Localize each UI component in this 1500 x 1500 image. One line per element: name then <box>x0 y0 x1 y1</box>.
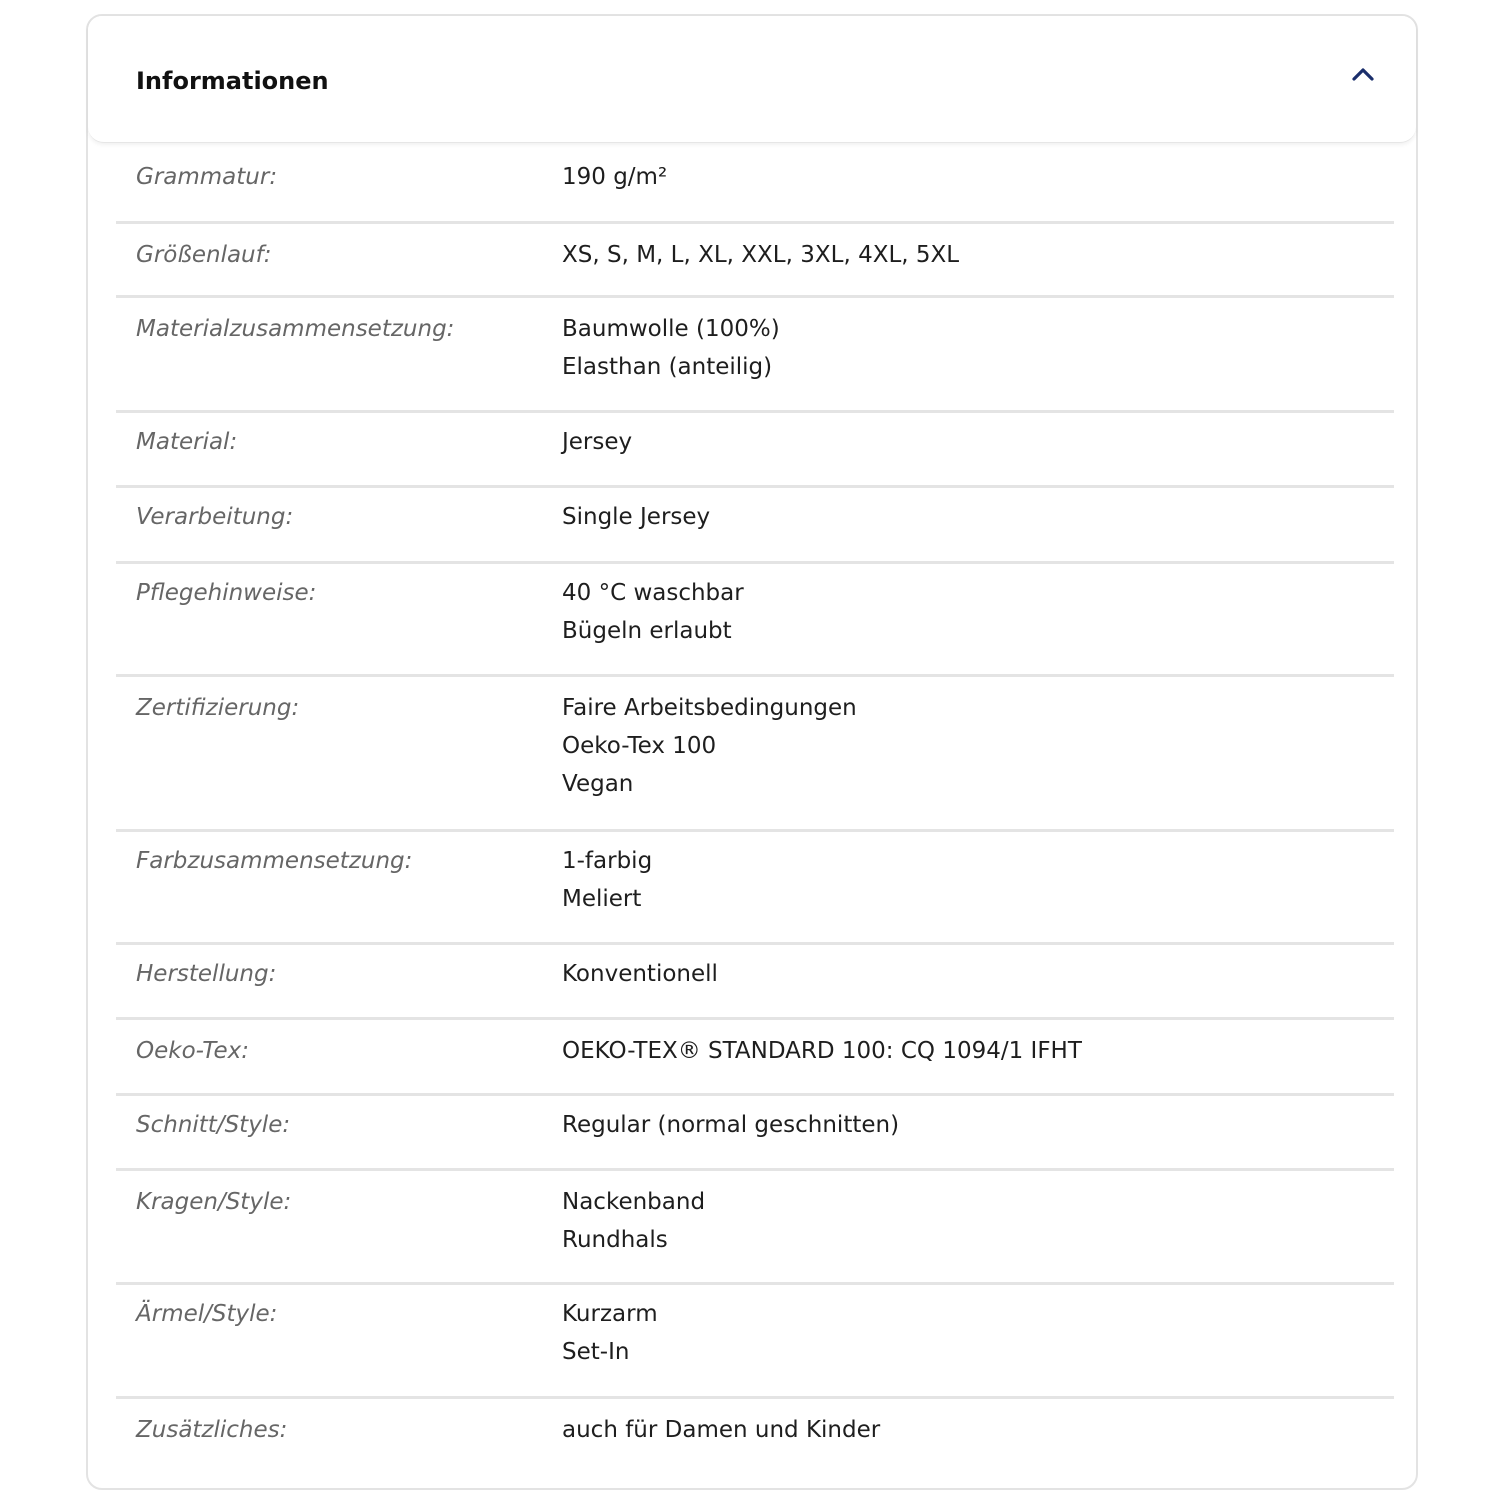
attribute-value: Jersey <box>562 429 633 455</box>
attribute-row-pflegehinweise: Pflegehinweise: 40 °C waschbar Bügeln erla… <box>116 564 1394 677</box>
attribute-value: 190 g/m² <box>562 164 668 190</box>
attribute-value: Elasthan (anteilig) <box>562 354 773 380</box>
attribute-row-zusaetzliches: Zusätzliches: auch für Damen und Kinder <box>116 1399 1394 1479</box>
attribute-row-material: Material: Jersey <box>116 413 1394 488</box>
attribute-values: 40 °C waschbar Bügeln erlaubt <box>562 574 744 650</box>
attribute-label: Ärmel/Style: <box>136 1301 278 1327</box>
attribute-value: OEKO-TEX® STANDARD 100: CQ 1094/1 IFHT <box>562 1038 1082 1064</box>
attribute-label: Material: <box>136 429 238 455</box>
attribute-row-farbzusammensetzung: Farbzusammensetzung: 1-farbig Meliert <box>116 832 1394 945</box>
attribute-values: Nackenband Rundhals <box>562 1183 705 1259</box>
attribute-value: XS, S, M, L, XL, XXL, 3XL, 4XL, 5XL <box>562 242 960 268</box>
attribute-values: Baumwolle (100%) Elasthan (anteilig) <box>562 310 780 386</box>
attribute-value: 1-farbig <box>562 848 653 874</box>
attribute-label: Grammatur: <box>136 164 278 190</box>
attribute-values: OEKO-TEX® STANDARD 100: CQ 1094/1 IFHT <box>562 1032 1082 1070</box>
information-panel-header[interactable]: Informationen <box>88 16 1416 143</box>
attribute-label: Verarbeitung: <box>136 504 294 530</box>
information-panel: Informationen Grammatur: 190 g/m² Größenla… <box>86 14 1418 1490</box>
attribute-row-herstellung: Herstellung: Konventionell <box>116 945 1394 1020</box>
attribute-label: Größenlauf: <box>136 242 272 268</box>
attribute-value: Meliert <box>562 886 642 912</box>
attribute-row-zertifizierung: Zertifizierung: Faire Arbeitsbedingungen O… <box>116 677 1394 832</box>
attribute-value: Nackenband <box>562 1189 706 1215</box>
attribute-label: Zusätzliches: <box>136 1417 288 1443</box>
attribute-values: Konventionell <box>562 955 718 993</box>
attribute-value: Single Jersey <box>562 504 711 530</box>
attribute-value: Regular (normal geschnitten) <box>562 1112 900 1138</box>
attribute-values: Single Jersey <box>562 498 710 536</box>
attribute-row-grammatur: Grammatur: 190 g/m² <box>116 142 1394 224</box>
panel-title: Informationen <box>136 67 329 95</box>
chevron-up-icon[interactable] <box>1348 62 1378 86</box>
attribute-value: auch für Damen und Kinder <box>562 1417 881 1443</box>
attribute-label: Herstellung: <box>136 961 277 987</box>
attribute-value: Kurzarm <box>562 1301 658 1327</box>
attribute-value: Faire Arbeitsbedingungen <box>562 695 857 721</box>
attribute-value: Set-In <box>562 1339 630 1365</box>
attribute-value: Bügeln erlaubt <box>562 618 732 644</box>
attribute-list: Grammatur: 190 g/m² Größenlauf: XS, S, M, L… <box>116 142 1394 1479</box>
attribute-label: Materialzusammensetzung: <box>136 316 455 342</box>
attribute-row-materialzusammensetzung: Materialzusammensetzung: Baumwolle (100%)… <box>116 298 1394 413</box>
attribute-label: Kragen/Style: <box>136 1189 292 1215</box>
attribute-value: Rundhals <box>562 1227 668 1253</box>
attribute-values: XS, S, M, L, XL, XXL, 3XL, 4XL, 5XL <box>562 236 959 274</box>
attribute-value: Oeko-Tex 100 <box>562 733 717 759</box>
attribute-value: Vegan <box>562 771 634 797</box>
attribute-row-oeko-tex: Oeko-Tex: OEKO-TEX® STANDARD 100: CQ 1094… <box>116 1020 1394 1096</box>
attribute-row-verarbeitung: Verarbeitung: Single Jersey <box>116 488 1394 564</box>
attribute-value: Konventionell <box>562 961 718 987</box>
attribute-values: auch für Damen und Kinder <box>562 1411 880 1449</box>
attribute-values: Kurzarm Set-In <box>562 1295 658 1371</box>
attribute-values: 190 g/m² <box>562 158 667 196</box>
attribute-row-kragen-style: Kragen/Style: Nackenband Rundhals <box>116 1171 1394 1285</box>
attribute-value: Baumwolle (100%) <box>562 316 780 342</box>
attribute-row-groessenlauf: Größenlauf: XS, S, M, L, XL, XXL, 3XL, 4X… <box>116 224 1394 298</box>
attribute-values: Faire Arbeitsbedingungen Oeko-Tex 100 Vega… <box>562 689 857 803</box>
attribute-values: Regular (normal geschnitten) <box>562 1106 899 1144</box>
attribute-label: Farbzusammensetzung: <box>136 848 413 874</box>
attribute-label: Pflegehinweise: <box>136 580 317 606</box>
attribute-values: Jersey <box>562 423 632 461</box>
attribute-row-aermel-style: Ärmel/Style: Kurzarm Set-In <box>116 1285 1394 1399</box>
attribute-label: Schnitt/Style: <box>136 1112 291 1138</box>
attribute-label: Oeko-Tex: <box>136 1038 249 1064</box>
attribute-row-schnitt-style: Schnitt/Style: Regular (normal geschnitte… <box>116 1096 1394 1171</box>
attribute-label: Zertifizierung: <box>136 695 300 721</box>
attribute-value: 40 °C waschbar <box>562 580 744 606</box>
attribute-values: 1-farbig Meliert <box>562 842 652 918</box>
